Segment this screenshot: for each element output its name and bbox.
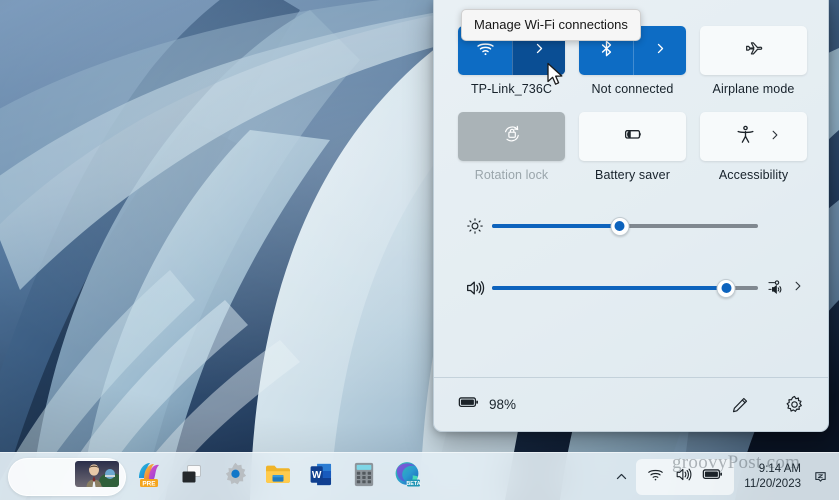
quick-settings-footer: 98% [434, 377, 828, 431]
chevron-right-icon [654, 42, 667, 60]
accessibility-icon [735, 124, 756, 150]
show-hidden-icons-chevron[interactable] [608, 458, 634, 496]
battery-percent-label: 98% [489, 397, 517, 412]
taskbar-item-copilot[interactable]: PRE [129, 458, 169, 496]
calculator-icon [353, 461, 375, 493]
file-explorer-icon [264, 461, 292, 492]
taskbar-item-word[interactable]: W [301, 458, 341, 496]
rotation-lock-tile-button [458, 112, 565, 161]
taskbar-clock[interactable]: 9:14 AM 11/20/2023 [736, 458, 807, 496]
bluetooth-tile-label: Not connected [591, 82, 674, 96]
battery-tray-icon[interactable] [702, 466, 724, 487]
airplane-mode-tile-button[interactable] [700, 26, 807, 75]
taskbar-item-edge-beta[interactable]: BETA [387, 458, 427, 496]
brightness-slider-track[interactable] [492, 216, 758, 236]
tile-battery-saver: Battery saver [579, 112, 686, 182]
taskbar-item-file-explorer[interactable] [258, 458, 298, 496]
system-tray: 9:14 AM 11/20/2023 [608, 453, 839, 500]
wifi-icon [475, 38, 496, 64]
chevron-right-icon [533, 42, 546, 60]
battery-saver-icon [620, 121, 646, 152]
battery-full-icon [458, 393, 480, 416]
volume-slider-row [458, 266, 804, 310]
brightness-icon [458, 216, 492, 236]
clock-time: 9:14 AM [758, 463, 801, 476]
tile-airplane-mode: Airplane mode [700, 26, 807, 96]
quick-settings-sliders [434, 188, 828, 314]
desktop-screen: TP-Link_736C Not connected Airplane mode… [0, 0, 839, 500]
rotation-lock-tile-label: Rotation lock [474, 168, 549, 182]
rotation-lock-icon [501, 123, 523, 150]
wifi-tile-label: TP-Link_736C [470, 82, 553, 96]
battery-saver-tile-label: Battery saver [595, 168, 670, 182]
microsoft-edge-beta-icon: BETA [393, 460, 421, 493]
taskbar-item-photos-active[interactable] [8, 457, 126, 496]
svg-text:BETA: BETA [406, 481, 420, 487]
volume-slider-thumb[interactable] [716, 278, 736, 298]
taskbar-item-task-view[interactable] [172, 458, 212, 496]
accessibility-tile-button[interactable] [700, 112, 807, 161]
taskbar-item-calculator[interactable] [344, 458, 384, 496]
gear-settings-icon[interactable] [780, 391, 808, 419]
tray-status-icons[interactable] [636, 458, 735, 495]
audio-output-icon[interactable] [766, 275, 788, 302]
pencil-edit-icon[interactable] [726, 391, 754, 419]
brightness-track-fill [492, 224, 620, 228]
volume-trailing-controls [758, 275, 804, 302]
taskbar: PRE W BETA 9:14 AM 11/20/2023 [0, 452, 839, 500]
battery-saver-tile-button[interactable] [579, 112, 686, 161]
accessibility-tile-label: Accessibility [718, 168, 789, 182]
clock-date: 11/20/2023 [744, 477, 801, 490]
brightness-slider-row [458, 204, 804, 248]
wifi-tray-icon[interactable] [646, 465, 665, 489]
brightness-slider-thumb[interactable] [610, 216, 630, 236]
task-view-icon [179, 461, 205, 492]
rotation-lock-area [458, 112, 565, 161]
wifi-tooltip: Manage Wi-Fi connections [461, 9, 641, 41]
volume-slider-track[interactable] [492, 278, 758, 298]
tile-accessibility: Accessibility [700, 112, 807, 182]
taskbar-item-settings[interactable] [215, 458, 255, 496]
audio-output-chevron-icon[interactable] [792, 279, 804, 297]
volume-track-fill [492, 286, 727, 290]
airplane-mode-tile-label: Airplane mode [712, 82, 795, 96]
svg-text:W: W [312, 469, 322, 480]
photo-thumbnail [75, 461, 119, 492]
quick-settings-panel: TP-Link_736C Not connected Airplane mode… [433, 0, 829, 432]
tile-rotation-lock: Rotation lock [458, 112, 565, 182]
bluetooth-chevron-button[interactable] [633, 26, 686, 75]
accessibility-area[interactable] [700, 112, 799, 161]
settings-gear-icon [222, 461, 249, 493]
taskbar-app-buttons: PRE W BETA [0, 457, 427, 496]
accessibility-chevron-icon[interactable] [769, 128, 781, 146]
footer-action-buttons [726, 391, 808, 419]
volume-tray-icon[interactable] [674, 465, 693, 489]
battery-saver-area[interactable] [579, 112, 686, 161]
airplane-toggle-area[interactable] [700, 26, 807, 75]
copilot-pre-icon: PRE [135, 460, 163, 493]
airplane-icon [743, 38, 764, 64]
microsoft-word-icon: W [309, 461, 333, 493]
notification-bell-icon[interactable] [809, 468, 831, 485]
bluetooth-icon [597, 39, 616, 63]
svg-text:PRE: PRE [142, 480, 156, 487]
battery-status-group: 98% [458, 393, 516, 416]
volume-icon [458, 277, 492, 299]
